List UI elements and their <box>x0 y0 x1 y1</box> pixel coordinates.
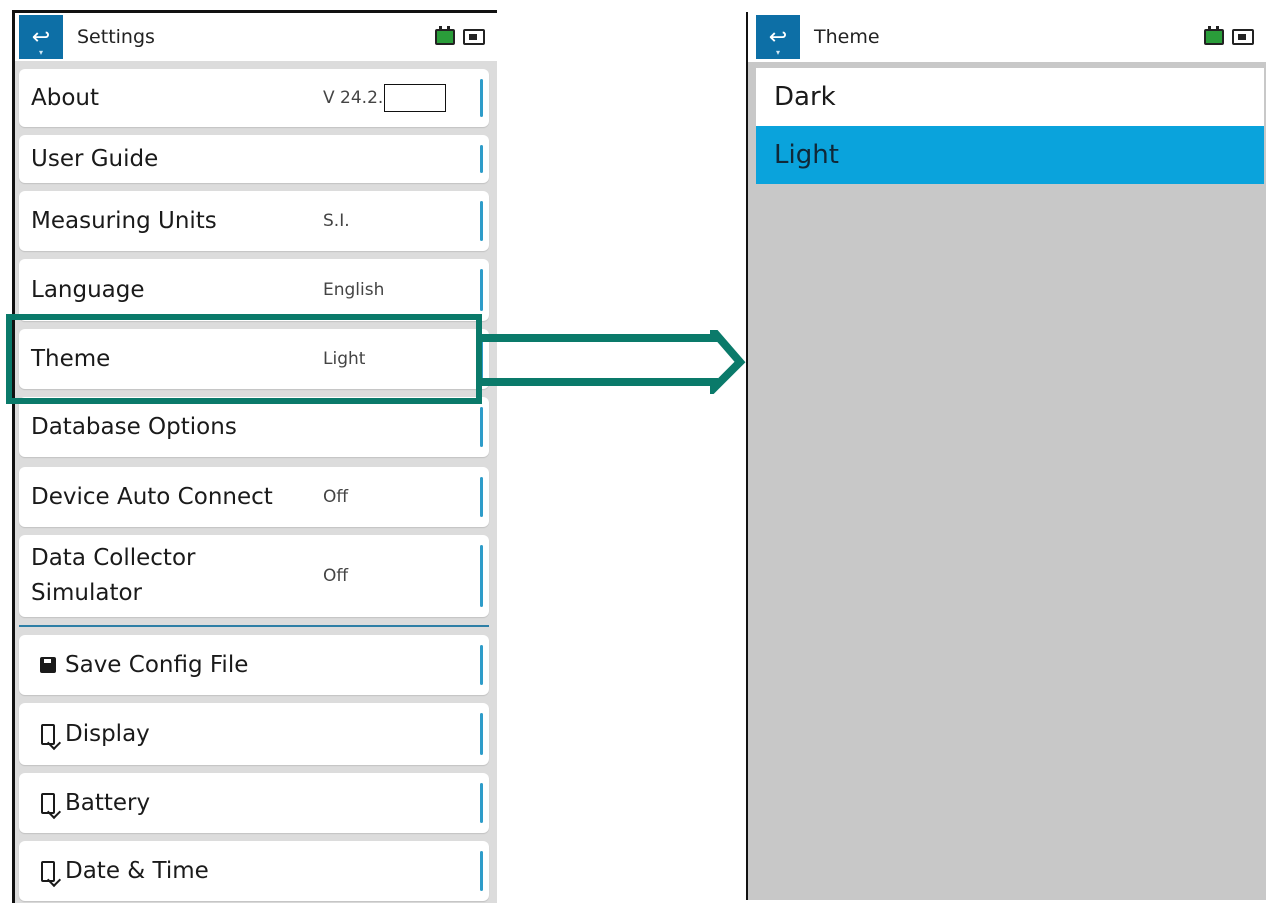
item-value: Off <box>323 566 349 586</box>
settings-item-database-options[interactable]: Database Options <box>19 397 489 457</box>
redacted-box <box>384 84 447 112</box>
item-label: Language <box>31 276 145 303</box>
action-battery[interactable]: Battery <box>19 773 489 833</box>
item-label: Display <box>65 720 150 747</box>
scroll-accent <box>480 713 483 755</box>
scroll-accent <box>480 269 483 311</box>
status-icons <box>1204 26 1254 45</box>
item-label: Measuring Units <box>31 207 217 234</box>
item-label: Date & Time <box>65 857 209 884</box>
item-label: About <box>31 84 100 111</box>
theme-option-light[interactable]: Light <box>756 126 1264 184</box>
option-label: Dark <box>774 82 836 112</box>
item-label: Database Options <box>31 413 237 440</box>
scroll-accent <box>480 545 483 607</box>
battery-icon <box>435 26 455 45</box>
item-label: Save Config File <box>65 651 249 678</box>
scroll-accent <box>480 783 483 823</box>
item-value: English <box>323 280 385 300</box>
scroll-accent <box>480 477 483 517</box>
scroll-accent <box>480 145 483 173</box>
theme-topbar: ↩ ▾ Theme <box>748 12 1266 62</box>
settings-item-measuring-units[interactable]: Measuring Units S.I. <box>19 191 489 251</box>
scroll-accent <box>480 645 483 685</box>
theme-option-dark[interactable]: Dark <box>756 68 1264 126</box>
settings-topbar: ↩ ▾ Settings <box>15 13 497 61</box>
device-settings-icon <box>39 860 57 882</box>
item-value: S.I. <box>323 211 350 231</box>
option-label: Light <box>774 140 839 170</box>
back-button[interactable]: ↩ ▾ <box>19 15 63 59</box>
chevron-down-icon: ▾ <box>775 48 781 57</box>
page-title: Settings <box>77 26 155 48</box>
device-settings-icon <box>39 792 57 814</box>
settings-item-data-collector-simulator[interactable]: Data Collector Simulator Off <box>19 535 489 617</box>
back-arrow-icon: ↩ <box>768 24 788 50</box>
settings-item-about[interactable]: About V 24.2. <box>19 69 489 127</box>
battery-icon <box>1204 26 1224 45</box>
section-divider <box>19 625 489 627</box>
settings-screen: ↩ ▾ Settings About V 24.2. User Guide Me… <box>12 10 497 903</box>
scroll-accent <box>480 79 483 117</box>
page-title: Theme <box>814 26 880 48</box>
charging-icon <box>463 29 485 45</box>
settings-item-language[interactable]: Language English <box>19 259 489 321</box>
settings-item-device-auto-connect[interactable]: Device Auto Connect Off <box>19 467 489 527</box>
chevron-down-icon: ▾ <box>38 48 44 57</box>
action-display[interactable]: Display <box>19 703 489 765</box>
scroll-accent <box>480 851 483 891</box>
action-date-time[interactable]: Date & Time <box>19 841 489 901</box>
scroll-accent <box>480 407 483 447</box>
navigation-arrow-icon <box>482 330 746 394</box>
item-label: User Guide <box>31 145 159 172</box>
item-label: Battery <box>65 789 151 816</box>
item-label: Data Collector Simulator <box>31 545 196 606</box>
back-arrow-icon: ↩ <box>31 24 51 50</box>
item-value: Off <box>323 487 349 507</box>
charging-icon <box>1232 29 1254 45</box>
theme-screen: ↩ ▾ Theme Dark Light <box>746 12 1266 900</box>
device-settings-icon <box>39 723 57 745</box>
settings-item-user-guide[interactable]: User Guide <box>19 135 489 183</box>
back-button[interactable]: ↩ ▾ <box>756 15 800 59</box>
status-icons <box>435 26 485 45</box>
scroll-accent <box>480 201 483 241</box>
item-label: Device Auto Connect <box>31 483 273 510</box>
action-save-config-file[interactable]: Save Config File <box>19 635 489 695</box>
floppy-disk-icon <box>39 655 57 675</box>
version-value: V 24.2. <box>323 84 447 112</box>
theme-highlight-frame <box>6 314 482 404</box>
